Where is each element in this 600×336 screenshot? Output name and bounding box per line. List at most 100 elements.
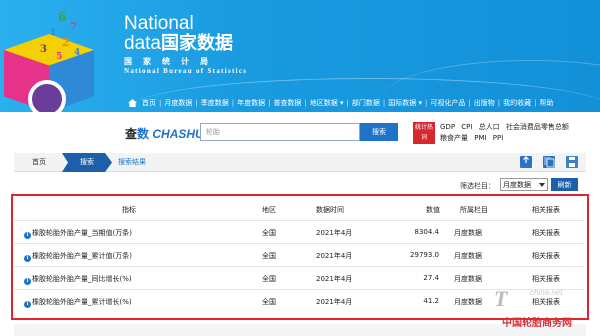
related-report-link[interactable]: 相关报表	[532, 251, 560, 261]
site-header: 6 7 1 2 3 4 5 National data国家数据 国家统计局 Na…	[0, 0, 600, 112]
watermark-site: china.net	[530, 288, 563, 297]
category-select-value: 月度数据	[503, 180, 531, 189]
info-icon[interactable]: i	[24, 301, 31, 308]
cell-time: 2021年4月	[316, 298, 353, 306]
cell-time: 2021年4月	[316, 229, 353, 237]
cell-time: 2021年4月	[316, 252, 353, 260]
nav-departmental[interactable]: 部门数据	[349, 98, 383, 108]
logo-cube-circle	[28, 80, 66, 112]
col-header-report: 相关报表	[532, 206, 560, 214]
brand-data-cn: 国家数据	[160, 33, 233, 53]
site-logo-cube[interactable]: 6 7 1 2 3 4 5	[0, 0, 120, 112]
logo-digit: 4	[74, 48, 81, 58]
cell-value: 8304.4	[414, 228, 440, 236]
chashu-logo-cha: 查	[125, 127, 138, 141]
chashu-logo-en: CHASHU	[152, 127, 204, 141]
hot-words-list: GDP CPI 总人口 社会消费品零售总额 粮食产量 PMI PPI	[440, 122, 600, 144]
brand-block[interactable]: National data国家数据 国家统计局 National Bureau …	[124, 14, 247, 75]
cell-region: 全国	[262, 229, 276, 237]
nav-international[interactable]: 国际数据 ▾	[385, 98, 425, 108]
table-row: i 橡胶轮胎外胎产量_累计值(万条) 全国 2021年4月 29793.0 月度数…	[14, 243, 584, 265]
watermark: T china.net 中国轮胎商务网	[494, 284, 594, 334]
info-icon[interactable]: i	[24, 232, 31, 239]
brand-data-row: data国家数据	[124, 33, 247, 54]
indicator-link[interactable]: i 橡胶轮胎外胎产量_同比增长(%)	[24, 274, 132, 285]
table-header: 指标 地区 数据时间 数值 所属栏目 相关报表	[14, 199, 584, 219]
cell-category: 月度数据	[454, 229, 482, 237]
nav-favorites[interactable]: 我的收藏	[500, 98, 534, 108]
col-header-indicator: 指标	[122, 206, 136, 214]
hot-word-link[interactable]: 总人口	[479, 123, 500, 131]
hot-word-link[interactable]: CPI	[461, 123, 472, 131]
logo-digit: 6	[58, 10, 67, 24]
hot-word-link[interactable]: 社会消费品零售总额	[506, 123, 569, 131]
export-icon[interactable]	[520, 156, 532, 168]
indicator-link[interactable]: i 橡胶轮胎外胎产量_累计值(万条)	[24, 251, 132, 262]
nav-visualization[interactable]: 可视化产品	[427, 98, 468, 108]
indicator-link[interactable]: i 橡胶轮胎外胎产量_累计增长(%)	[24, 297, 132, 308]
breadcrumb-search-results: 搜索结果	[118, 158, 146, 166]
watermark-text: 中国轮胎商务网	[502, 318, 572, 329]
cell-value: 41.2	[423, 297, 439, 305]
main-nav: 首页 | 月度数据 | 季度数据 | 年度数据 | 普查数据 | 地区数据 ▾ | 部门数据…	[128, 96, 556, 110]
hot-word-link[interactable]: 粮食产量	[440, 134, 468, 142]
home-icon[interactable]	[128, 99, 137, 107]
nav-regional[interactable]: 地区数据 ▾	[307, 98, 347, 108]
logo-digit: 2	[62, 36, 70, 49]
indicator-name[interactable]: 橡胶轮胎外胎产量_累计值(万条)	[32, 252, 132, 260]
cell-category: 月度数据	[454, 252, 482, 260]
breadcrumb-search[interactable]: 搜索	[62, 153, 112, 172]
col-header-time: 数据时间	[316, 206, 344, 214]
nav-monthly[interactable]: 月度数据	[161, 98, 195, 108]
chashu-logo-shu: 数	[137, 127, 150, 141]
nav-quarterly[interactable]: 季度数据	[198, 98, 232, 108]
cell-value: 29793.0	[410, 251, 439, 259]
breadcrumb: 首页 搜索 搜索结果	[14, 153, 586, 172]
brand-bureau-en: National Bureau of Statistics	[124, 67, 248, 75]
cell-region: 全国	[262, 275, 276, 283]
col-header-region: 地区	[262, 206, 276, 214]
indicator-name[interactable]: 橡胶轮胎外胎产量_同比增长(%)	[32, 275, 132, 283]
tool-icons	[520, 156, 578, 168]
nav-census[interactable]: 普查数据	[270, 98, 304, 108]
logo-digit: 1	[50, 28, 57, 38]
info-icon[interactable]: i	[24, 278, 31, 285]
related-report-link[interactable]: 相关报表	[532, 228, 560, 238]
indicator-link[interactable]: i 橡胶轮胎外胎产量_当期值(万条)	[24, 228, 132, 239]
copy-icon[interactable]	[543, 156, 555, 168]
cell-time: 2021年4月	[316, 275, 353, 283]
brand-national: National	[124, 13, 194, 34]
hot-word-link[interactable]: GDP	[440, 123, 455, 131]
search-input[interactable]	[200, 123, 360, 141]
logo-digit: 7	[70, 22, 77, 33]
brand-data-en: data	[124, 33, 161, 54]
indicator-name[interactable]: 橡胶轮胎外胎产量_当期值(万条)	[32, 229, 132, 237]
cell-region: 全国	[262, 298, 276, 306]
brand-bureau-cn: 国家统计局	[124, 57, 219, 66]
cell-category: 月度数据	[454, 275, 482, 283]
cell-category: 月度数据	[454, 298, 482, 306]
filter-row: 筛选栏目： 月度数据 刷新	[0, 178, 600, 192]
logo-digit: 3	[40, 44, 47, 55]
nav-publications[interactable]: 出版物	[471, 98, 498, 108]
related-report-link[interactable]: 相关报表	[532, 274, 560, 284]
refresh-button[interactable]: 刷新	[551, 178, 578, 191]
print-icon[interactable]	[566, 156, 578, 168]
info-icon[interactable]: i	[24, 255, 31, 262]
nav-home[interactable]: 首页	[139, 98, 159, 108]
hot-word-link[interactable]: PMI	[474, 134, 486, 142]
nav-annual[interactable]: 年度数据	[234, 98, 268, 108]
logo-digit: 5	[56, 52, 63, 62]
chevron-down-icon	[539, 182, 545, 187]
category-select[interactable]: 月度数据	[500, 178, 548, 191]
search-button[interactable]: 搜索	[360, 123, 398, 141]
nav-help[interactable]: 帮助	[536, 98, 556, 108]
col-header-category: 所属栏目	[460, 206, 488, 214]
hot-word-link[interactable]: PPI	[493, 134, 504, 142]
cell-value: 27.4	[423, 274, 439, 282]
chashu-logo: 查数 CHASHU	[125, 125, 204, 142]
indicator-name[interactable]: 橡胶轮胎外胎产量_累计增长(%)	[32, 298, 132, 306]
watermark-logo: T	[494, 286, 508, 311]
cell-region: 全国	[262, 252, 276, 260]
breadcrumb-home[interactable]: 首页	[14, 153, 64, 172]
